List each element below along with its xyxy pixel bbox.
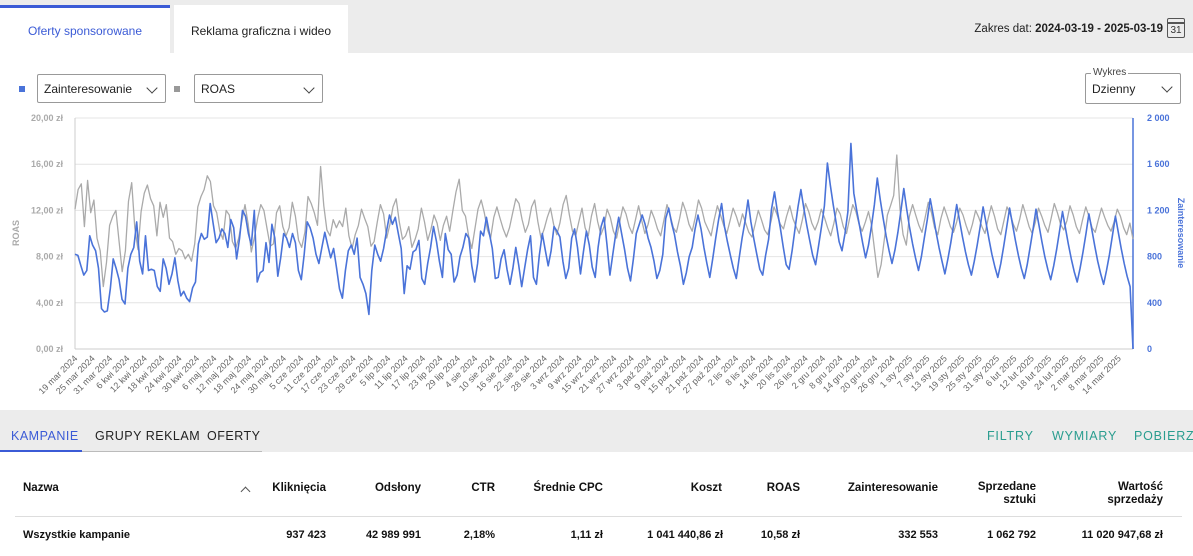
row-avg-cpc: 1,11 zł	[570, 529, 603, 541]
col-header-cost[interactable]: Koszt	[691, 482, 722, 495]
tab-campaigns[interactable]: KAMPANIE	[11, 429, 79, 443]
line-chart: 0,00 zł 0 4,00 zł 400 8,00 zł 800 12,00 zł 1 20…	[11, 113, 1186, 396]
col-header-ctr[interactable]: CTR	[471, 482, 495, 495]
col-header-sales-value[interactable]: Wartość sprzedaży	[1107, 481, 1163, 507]
date-range-value: 2024-03-19 - 2025-03-19	[1035, 23, 1163, 35]
row-interest: 332 553	[898, 529, 938, 541]
row-clicks: 937 423	[286, 529, 326, 541]
row-sales-value: 11 020 947,68 zł	[1081, 529, 1163, 541]
tab-ad-groups[interactable]: GRUPY REKLAM	[95, 429, 200, 443]
date-range: Zakres dat: 2024-03-19 - 2025-03-19	[974, 23, 1163, 35]
download-button[interactable]: POBIERZ	[1134, 429, 1193, 443]
date-range-prefix: Zakres dat:	[974, 23, 1036, 35]
tab-offers[interactable]: OFERTY	[207, 429, 260, 443]
y-left-tick-label: 16,00 zł	[31, 159, 64, 169]
dimensions-button[interactable]: WYMIARY	[1052, 429, 1117, 443]
col-header-avg-cpc[interactable]: Średnie CPC	[533, 482, 603, 495]
row-cost: 1 041 440,86 zł	[647, 529, 723, 541]
tab-label: Reklama graficzna i wideo	[190, 23, 332, 38]
top-bar: Oferty sponsorowane Reklama graficzna i …	[0, 0, 1193, 53]
col-header-clicks[interactable]: Kliknięcia	[272, 482, 326, 495]
table-tabs: KAMPANIE GRUPY REKLAM OFERTY FILTRY WYMI…	[0, 410, 1193, 452]
tab-display-video[interactable]: Reklama graficzna i wideo	[174, 5, 348, 53]
y-right-tick-label: 1 200	[1147, 205, 1170, 215]
calendar-day: 31	[1170, 25, 1182, 36]
y-right-tick-label: 400	[1147, 298, 1162, 308]
row-roas: 10,58 zł	[760, 529, 800, 541]
row-name[interactable]: Wszystkie kampanie	[23, 529, 130, 541]
row-units-sold: 1 062 792	[987, 529, 1036, 541]
col-header-units-sold[interactable]: Sprzedane sztuki	[978, 481, 1036, 507]
y-left-tick-label: 8,00 zł	[36, 252, 64, 262]
y-left-axis-title: ROAS	[11, 220, 21, 246]
y-left-tick-label: 20,00 zł	[31, 113, 64, 123]
row-impressions: 42 989 991	[365, 529, 421, 541]
y-right-axis-title: Zainteresowanie	[1176, 198, 1186, 269]
header-divider	[15, 516, 1182, 517]
y-left-tick-label: 0,00 zł	[36, 344, 64, 354]
y-left-tick-label: 4,00 zł	[36, 298, 64, 308]
y-right-tick-label: 2 000	[1147, 113, 1170, 123]
calendar-icon[interactable]: 31	[1167, 18, 1185, 38]
y-right-tick-label: 1 600	[1147, 159, 1170, 169]
campaign-table: Nazwa Kliknięcia Odsłony CTR Średnie CPC…	[0, 452, 1193, 556]
y-right-tick-label: 800	[1147, 252, 1162, 262]
series-line-zainteresowanie	[74, 142, 1134, 350]
sort-up-icon[interactable]	[240, 486, 251, 497]
filters-button[interactable]: FILTRY	[987, 429, 1034, 443]
y-left-tick-label: 12,00 zł	[31, 205, 64, 215]
y-right-tick-label: 0	[1147, 344, 1152, 354]
col-header-interest[interactable]: Zainteresowanie	[848, 482, 938, 495]
row-ctr: 2,18%	[463, 529, 495, 541]
col-header-impressions[interactable]: Odsłony	[375, 482, 421, 495]
tab-label: Oferty sponsorowane	[27, 23, 143, 38]
tab-sponsored-offers[interactable]: Oferty sponsorowane	[0, 5, 170, 53]
col-header-name[interactable]: Nazwa	[23, 482, 59, 495]
col-header-roas[interactable]: ROAS	[767, 482, 800, 495]
